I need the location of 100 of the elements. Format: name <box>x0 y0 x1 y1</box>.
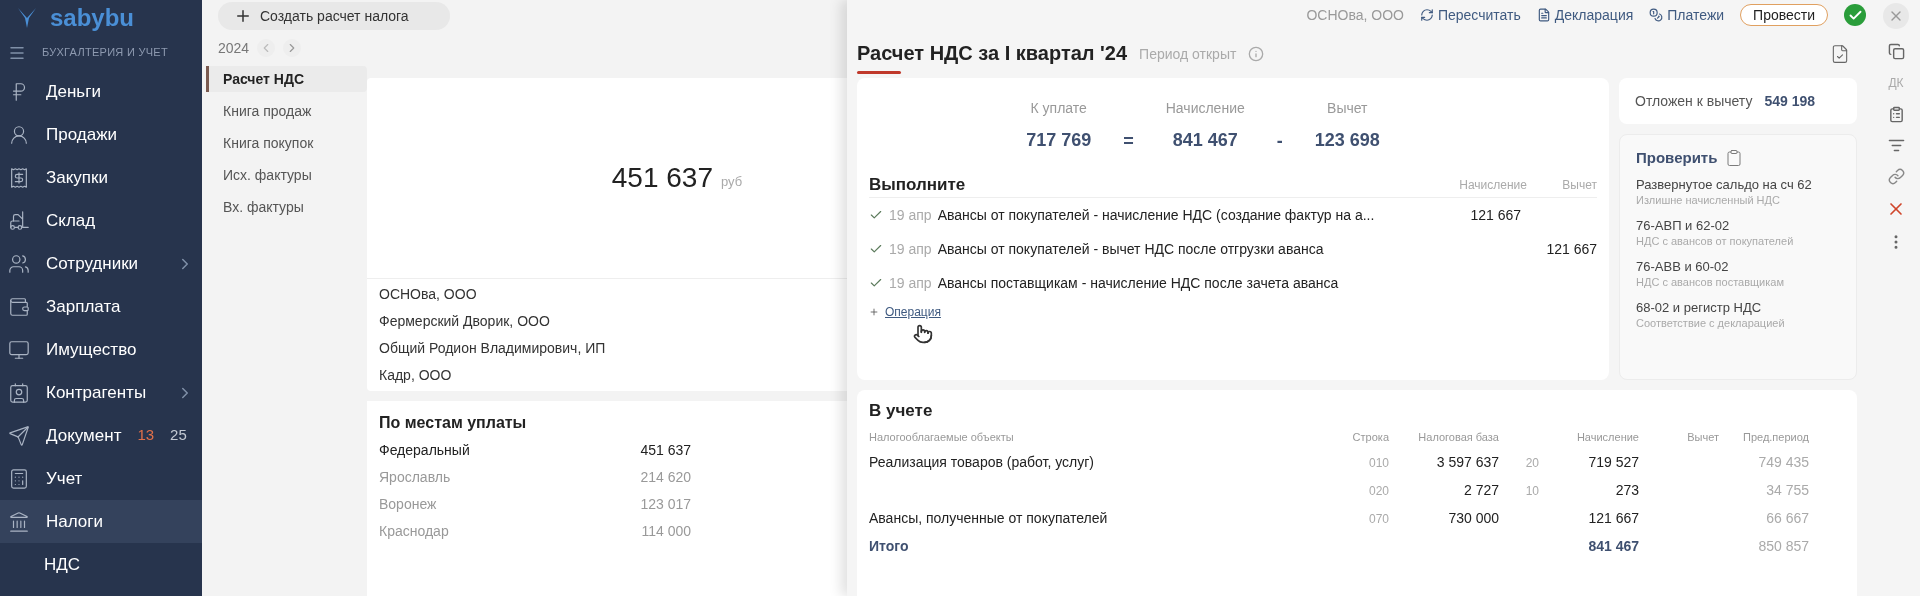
sidebar-item-label: Закупки <box>46 166 108 189</box>
total-amount: 451 637 <box>611 161 713 195</box>
total-label: Начисление <box>1165 99 1245 118</box>
sidebar-item-label: Сотрудники <box>46 252 139 275</box>
task-date: 19 апр <box>889 273 932 293</box>
accrual-amount: 121 667 <box>1588 509 1639 526</box>
column-header: Начисление <box>1576 430 1639 443</box>
accrual-amount: 841 467 <box>1588 537 1639 554</box>
check-subtitle: Излишне начисленный НДС <box>1636 192 1781 207</box>
document-check-icon[interactable] <box>1830 44 1850 64</box>
line-code: 070 <box>1368 511 1389 526</box>
clipboard-icon[interactable] <box>1887 106 1905 123</box>
person-card-icon <box>8 381 30 404</box>
task-title[interactable]: Авансы от покупателей - вычет НДС после отгрузки аванса <box>937 238 1324 260</box>
sidebar-item[interactable]: Имущество <box>0 328 202 371</box>
check-title[interactable]: 76-АВП и 62-02 <box>1636 216 1840 234</box>
filter-icon[interactable] <box>1887 137 1905 154</box>
place-amount: 451 637 <box>640 441 691 460</box>
section-title: Выполните <box>869 173 966 196</box>
document-icon <box>1536 8 1551 22</box>
sidebar-item[interactable]: Склад <box>0 199 202 242</box>
total-value: 717 769 <box>1026 129 1092 152</box>
operator-sign: - <box>1276 130 1283 153</box>
column-header: Вычет <box>1561 177 1597 194</box>
copy-icon[interactable] <box>1887 43 1905 60</box>
task-title[interactable]: Авансы от покупателей - начисление НДС (создание фактур на а... <box>937 204 1375 226</box>
nav-item[interactable]: Исх. фактуры <box>206 162 367 188</box>
counter-label: 13 <box>137 425 155 446</box>
check-subtitle: НДС с авансов от покупателей <box>1636 233 1795 248</box>
place-amount: 214 620 <box>640 468 691 487</box>
line-code: 020 <box>1368 483 1389 498</box>
nav-item[interactable]: Расчет НДС <box>206 66 367 92</box>
tax-base: 3 597 637 <box>1436 453 1499 470</box>
place-name: Воронеж <box>379 495 437 514</box>
sidebar-item[interactable]: Зарплата <box>0 285 202 328</box>
company-name: Кадр, ООО <box>379 366 453 385</box>
action-link[interactable]: Декларация <box>1536 4 1634 26</box>
sidebar-item[interactable]: Учет <box>0 457 202 500</box>
action-link[interactable]: Платежи <box>1649 4 1725 26</box>
deferred-label: Отложен к вычету <box>1635 91 1753 111</box>
task-date: 19 апр <box>889 239 932 259</box>
column-header: Начисление <box>1458 177 1527 194</box>
action-link[interactable]: Пересчитать <box>1419 4 1521 26</box>
section-title: По местам уплаты <box>379 413 528 433</box>
object-name: Реализация товаров (работ, услуг) <box>869 453 1094 470</box>
sidebar-item-label: Налоги <box>46 510 103 533</box>
building-icon <box>8 510 30 533</box>
sidebar-item-label: Склад <box>46 209 96 232</box>
period-status: Период открыт <box>1139 44 1237 64</box>
post-button[interactable]: Провести <box>1740 4 1828 26</box>
user-icon <box>8 123 30 146</box>
coins-icon <box>1649 8 1664 22</box>
link-icon[interactable] <box>1887 168 1905 185</box>
plus-icon <box>234 7 252 25</box>
next-icon[interactable] <box>283 39 302 57</box>
monitor-icon <box>8 338 30 361</box>
line-code: 010 <box>1368 455 1389 470</box>
sidebar-item[interactable]: Закупки <box>0 156 202 199</box>
deduction-amount: 121 667 <box>1546 240 1597 257</box>
nav-item[interactable]: Книга продаж <box>206 98 367 124</box>
total-label: Итого <box>869 537 909 554</box>
sidebar-subitem[interactable]: НДС <box>44 551 81 578</box>
sidebar-item[interactable]: Деньги <box>0 70 202 113</box>
calculator-icon <box>8 467 30 490</box>
accrual-amount: 121 667 <box>1470 206 1521 223</box>
column-header: Вычет <box>1687 430 1719 443</box>
add-operation-link[interactable]: Операция <box>885 303 941 321</box>
place-name: Краснодар <box>379 522 449 541</box>
tax-base: 2 727 <box>1463 481 1499 498</box>
info-icon[interactable] <box>1248 46 1265 62</box>
sidebar-item-label: Зарплата <box>46 295 121 318</box>
sidebar-item[interactable]: Налоги <box>0 500 202 543</box>
deferred-value: 549 198 <box>1764 91 1816 111</box>
create-button[interactable]: Создать расчет налога <box>218 2 450 30</box>
section-label: БУХГАЛТЕРИЯ И УЧЕТ <box>42 45 168 61</box>
paper-plane-icon <box>8 424 30 447</box>
forklift-icon <box>8 209 30 232</box>
previous-period: 850 857 <box>1758 537 1809 554</box>
nav-item[interactable]: Книга покупок <box>206 130 367 156</box>
sidebar-item-label: Документ <box>46 424 122 447</box>
organization-label: ОСНОва, ООО <box>1306 5 1404 25</box>
clipboard-icon[interactable] <box>1725 149 1744 168</box>
task-title[interactable]: Авансы поставщикам - начисление НДС после зачета аванса <box>937 272 1339 294</box>
check-title[interactable]: 68-02 и регистр НДС <box>1636 298 1840 316</box>
company-name: ОСНОва, ООО <box>379 285 478 304</box>
sidebar-item[interactable]: Сотрудники <box>0 242 202 285</box>
sidebar-item[interactable]: Контрагенты <box>0 371 202 414</box>
tax-rate: 20 <box>1525 455 1539 470</box>
users-icon <box>8 252 30 275</box>
sidebar-item-label: Учет <box>46 467 83 490</box>
sidebar-item[interactable]: Документ 13 25 <box>0 414 202 457</box>
column-header: Строка <box>1352 430 1389 443</box>
nav-item[interactable]: Вх. фактуры <box>206 194 367 220</box>
place-name: Ярославль <box>379 468 451 487</box>
task-date: 19 апр <box>889 205 932 225</box>
sidebar-item[interactable]: Продажи <box>0 113 202 156</box>
check-title[interactable]: 76-АВВ и 60-02 <box>1636 257 1840 275</box>
close-button[interactable] <box>1883 3 1909 29</box>
tax-base: 730 000 <box>1448 509 1499 526</box>
check-title[interactable]: Развернутое сальдо на сч 62 <box>1636 175 1840 193</box>
